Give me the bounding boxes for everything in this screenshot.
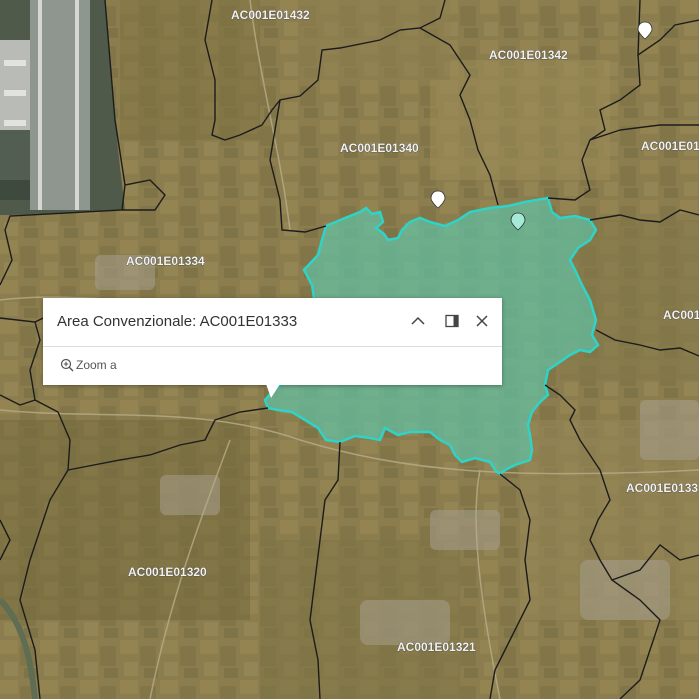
area-label-e01432: AC001E01432 — [231, 8, 310, 22]
popup-title: Area Convenzionale: AC001E01333 — [57, 313, 298, 330]
area-label-e01335: AC001E0133 — [626, 481, 698, 495]
zoom-to-label: Zoom a — [76, 358, 117, 372]
chevron-up-icon — [411, 316, 425, 325]
area-label-e01331: AC001E0 — [663, 308, 699, 322]
zoom-in-icon — [60, 358, 74, 372]
area-label-e01320: AC001E01320 — [128, 565, 207, 579]
popup-header: Area Convenzionale: AC001E01333 — [43, 298, 502, 347]
close-button[interactable] — [469, 308, 495, 334]
dock-button[interactable] — [439, 308, 465, 334]
dock-icon — [445, 314, 459, 328]
feature-popup: Area Convenzionale: AC001E01333 Zoom a — [43, 298, 502, 385]
close-icon — [476, 315, 488, 327]
area-label-e01321: AC001E01321 — [397, 640, 476, 654]
area-label-e01340: AC001E01340 — [340, 141, 419, 155]
airport — [0, 0, 125, 215]
area-label-e01342: AC001E01342 — [489, 48, 568, 62]
area-label-e01334: AC001E01334 — [126, 254, 205, 268]
collapse-button[interactable] — [405, 308, 431, 334]
area-label-e01341: AC001E0134 — [641, 139, 699, 153]
popup-pointer — [266, 384, 280, 398]
